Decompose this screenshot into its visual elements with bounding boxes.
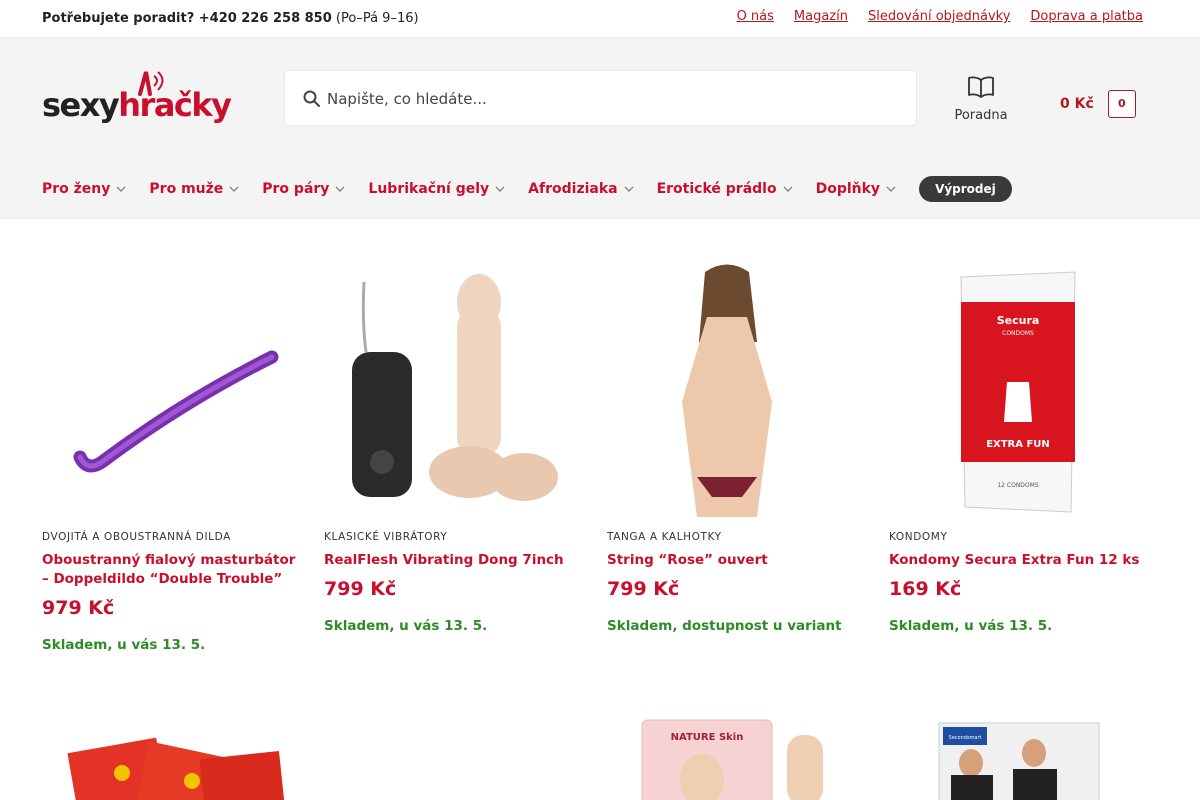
product-title[interactable]: String “Rose” ouvert: [607, 551, 862, 570]
link-about[interactable]: O nás: [737, 9, 774, 24]
box-nature-text: NATURE Skin: [671, 732, 744, 743]
product-card[interactable]: Secura CONDOMS EXTRA FUN 12 CONDOMS KOND…: [889, 262, 1144, 634]
men-clothing-box-image: Secondsmart: [938, 722, 1100, 800]
vibrating-dong-image: [352, 274, 558, 501]
advice-label: Poradna: [954, 108, 1008, 123]
product-stock: Skladem, u vás 13. 5.: [42, 637, 206, 653]
product-image[interactable]: Secondsmart: [889, 715, 1144, 800]
product-stock: Skladem, u vás 13. 5.: [324, 618, 488, 634]
cart-amount: 0 Kč: [1060, 96, 1094, 112]
box-count-text: 12 CONDOMS: [997, 482, 1038, 489]
search-input[interactable]: [327, 81, 887, 117]
site-header: sexyhračky Poradna 0 Kč 0 Pro ženy Pro m…: [0, 38, 1200, 219]
product-category[interactable]: DVOJITÁ A OBOUSTRANNÁ DILDA: [42, 531, 297, 543]
chevron-down-icon: [624, 186, 634, 192]
nature-skin-box-image: NATURE Skin: [641, 719, 823, 800]
chevron-down-icon: [229, 186, 239, 192]
product-card[interactable]: [42, 715, 297, 800]
box-sub-text: CONDOMS: [1002, 330, 1034, 337]
box-brand-text: Secura: [997, 314, 1040, 327]
chevron-down-icon: [886, 186, 896, 192]
chevron-down-icon: [495, 186, 505, 192]
lingerie-model-image: [682, 264, 772, 517]
site-logo[interactable]: sexyhračky: [42, 68, 242, 130]
main-nav: Pro ženy Pro muže Pro páry Lubrikační ge…: [42, 176, 1012, 202]
product-stock: Skladem, u vás 13. 5.: [889, 618, 1053, 634]
product-price: 799 Kč: [607, 578, 680, 600]
product-image[interactable]: [42, 262, 297, 517]
product-card[interactable]: DVOJITÁ A OBOUSTRANNÁ DILDA Oboustranný …: [42, 262, 297, 653]
contact-phone[interactable]: Potřebujete poradit? +420 226 258 850: [42, 11, 332, 26]
search-box: [284, 70, 917, 126]
nav-sale-button[interactable]: Výprodej: [919, 176, 1012, 202]
box-title-text: EXTRA FUN: [986, 439, 1050, 450]
product-stock: Skladem, dostupnost u variant: [607, 618, 842, 634]
product-image[interactable]: [42, 715, 297, 800]
nav-item-couples[interactable]: Pro páry: [262, 181, 346, 197]
chevron-down-icon: [335, 186, 345, 192]
product-card[interactable]: Secondsmart: [889, 715, 1144, 800]
contact-info: Potřebujete poradit? +420 226 258 850 (P…: [42, 11, 419, 26]
book-icon: [968, 76, 994, 98]
nav-item-lingerie[interactable]: Erotické prádlo: [657, 181, 794, 197]
product-title[interactable]: Kondomy Secura Extra Fun 12 ks: [889, 551, 1144, 570]
nav-item-aphrodisiacs[interactable]: Afrodiziaka: [528, 181, 634, 197]
product-category[interactable]: KLASICKÉ VIBRÁTORY: [324, 531, 579, 543]
product-price: 169 Kč: [889, 578, 962, 600]
search-icon[interactable]: [302, 89, 322, 109]
product-card[interactable]: KLASICKÉ VIBRÁTORY RealFlesh Vibrating D…: [324, 262, 579, 634]
chevron-down-icon: [116, 186, 126, 192]
product-image[interactable]: [607, 262, 862, 517]
nav-item-lubricants[interactable]: Lubrikační gely: [368, 181, 506, 197]
nav-item-accessories[interactable]: Doplňky: [816, 181, 897, 197]
logo-text-sexy: sexy: [42, 86, 120, 124]
advice-link[interactable]: Poradna: [950, 76, 1012, 123]
product-category[interactable]: TANGA A KALHOTKY: [607, 531, 862, 543]
condom-box-image: Secura CONDOMS EXTRA FUN 12 CONDOMS: [960, 271, 1076, 513]
top-links: O nás Magazín Sledování objednávky Dopra…: [737, 9, 1143, 24]
product-price: 799 Kč: [324, 578, 397, 600]
cart-button[interactable]: 0 Kč 0: [1060, 90, 1136, 118]
cart-count-badge: 0: [1107, 90, 1136, 118]
condom-pile-image: [67, 737, 285, 800]
product-category[interactable]: KONDOMY: [889, 531, 1144, 543]
contact-hours: (Po–Pá 9–16): [335, 11, 419, 26]
chevron-down-icon: [783, 186, 793, 192]
nav-item-women[interactable]: Pro ženy: [42, 181, 127, 197]
top-bar: Potřebujete poradit? +420 226 258 850 (P…: [0, 0, 1200, 38]
double-dildo-image: [73, 350, 279, 473]
product-image[interactable]: NATURE Skin: [607, 715, 862, 800]
nav-item-men[interactable]: Pro muže: [149, 181, 240, 197]
link-magazine[interactable]: Magazín: [794, 9, 848, 24]
product-card[interactable]: NATURE Skin: [607, 715, 862, 800]
box-brand2-text: Secondsmart: [949, 735, 982, 741]
product-title[interactable]: RealFlesh Vibrating Dong 7inch: [324, 551, 579, 570]
product-image[interactable]: Secura CONDOMS EXTRA FUN 12 CONDOMS: [889, 262, 1144, 517]
link-shipping[interactable]: Doprava a platba: [1030, 9, 1143, 24]
product-price: 979 Kč: [42, 597, 115, 619]
logo-signal-icon: [138, 71, 164, 96]
product-card[interactable]: TANGA A KALHOTKY String “Rose” ouvert 79…: [607, 262, 862, 634]
product-image[interactable]: [324, 262, 579, 517]
link-order-tracking[interactable]: Sledování objednávky: [868, 9, 1010, 24]
product-title[interactable]: Oboustranný fialový masturbátor – Doppel…: [42, 551, 297, 589]
